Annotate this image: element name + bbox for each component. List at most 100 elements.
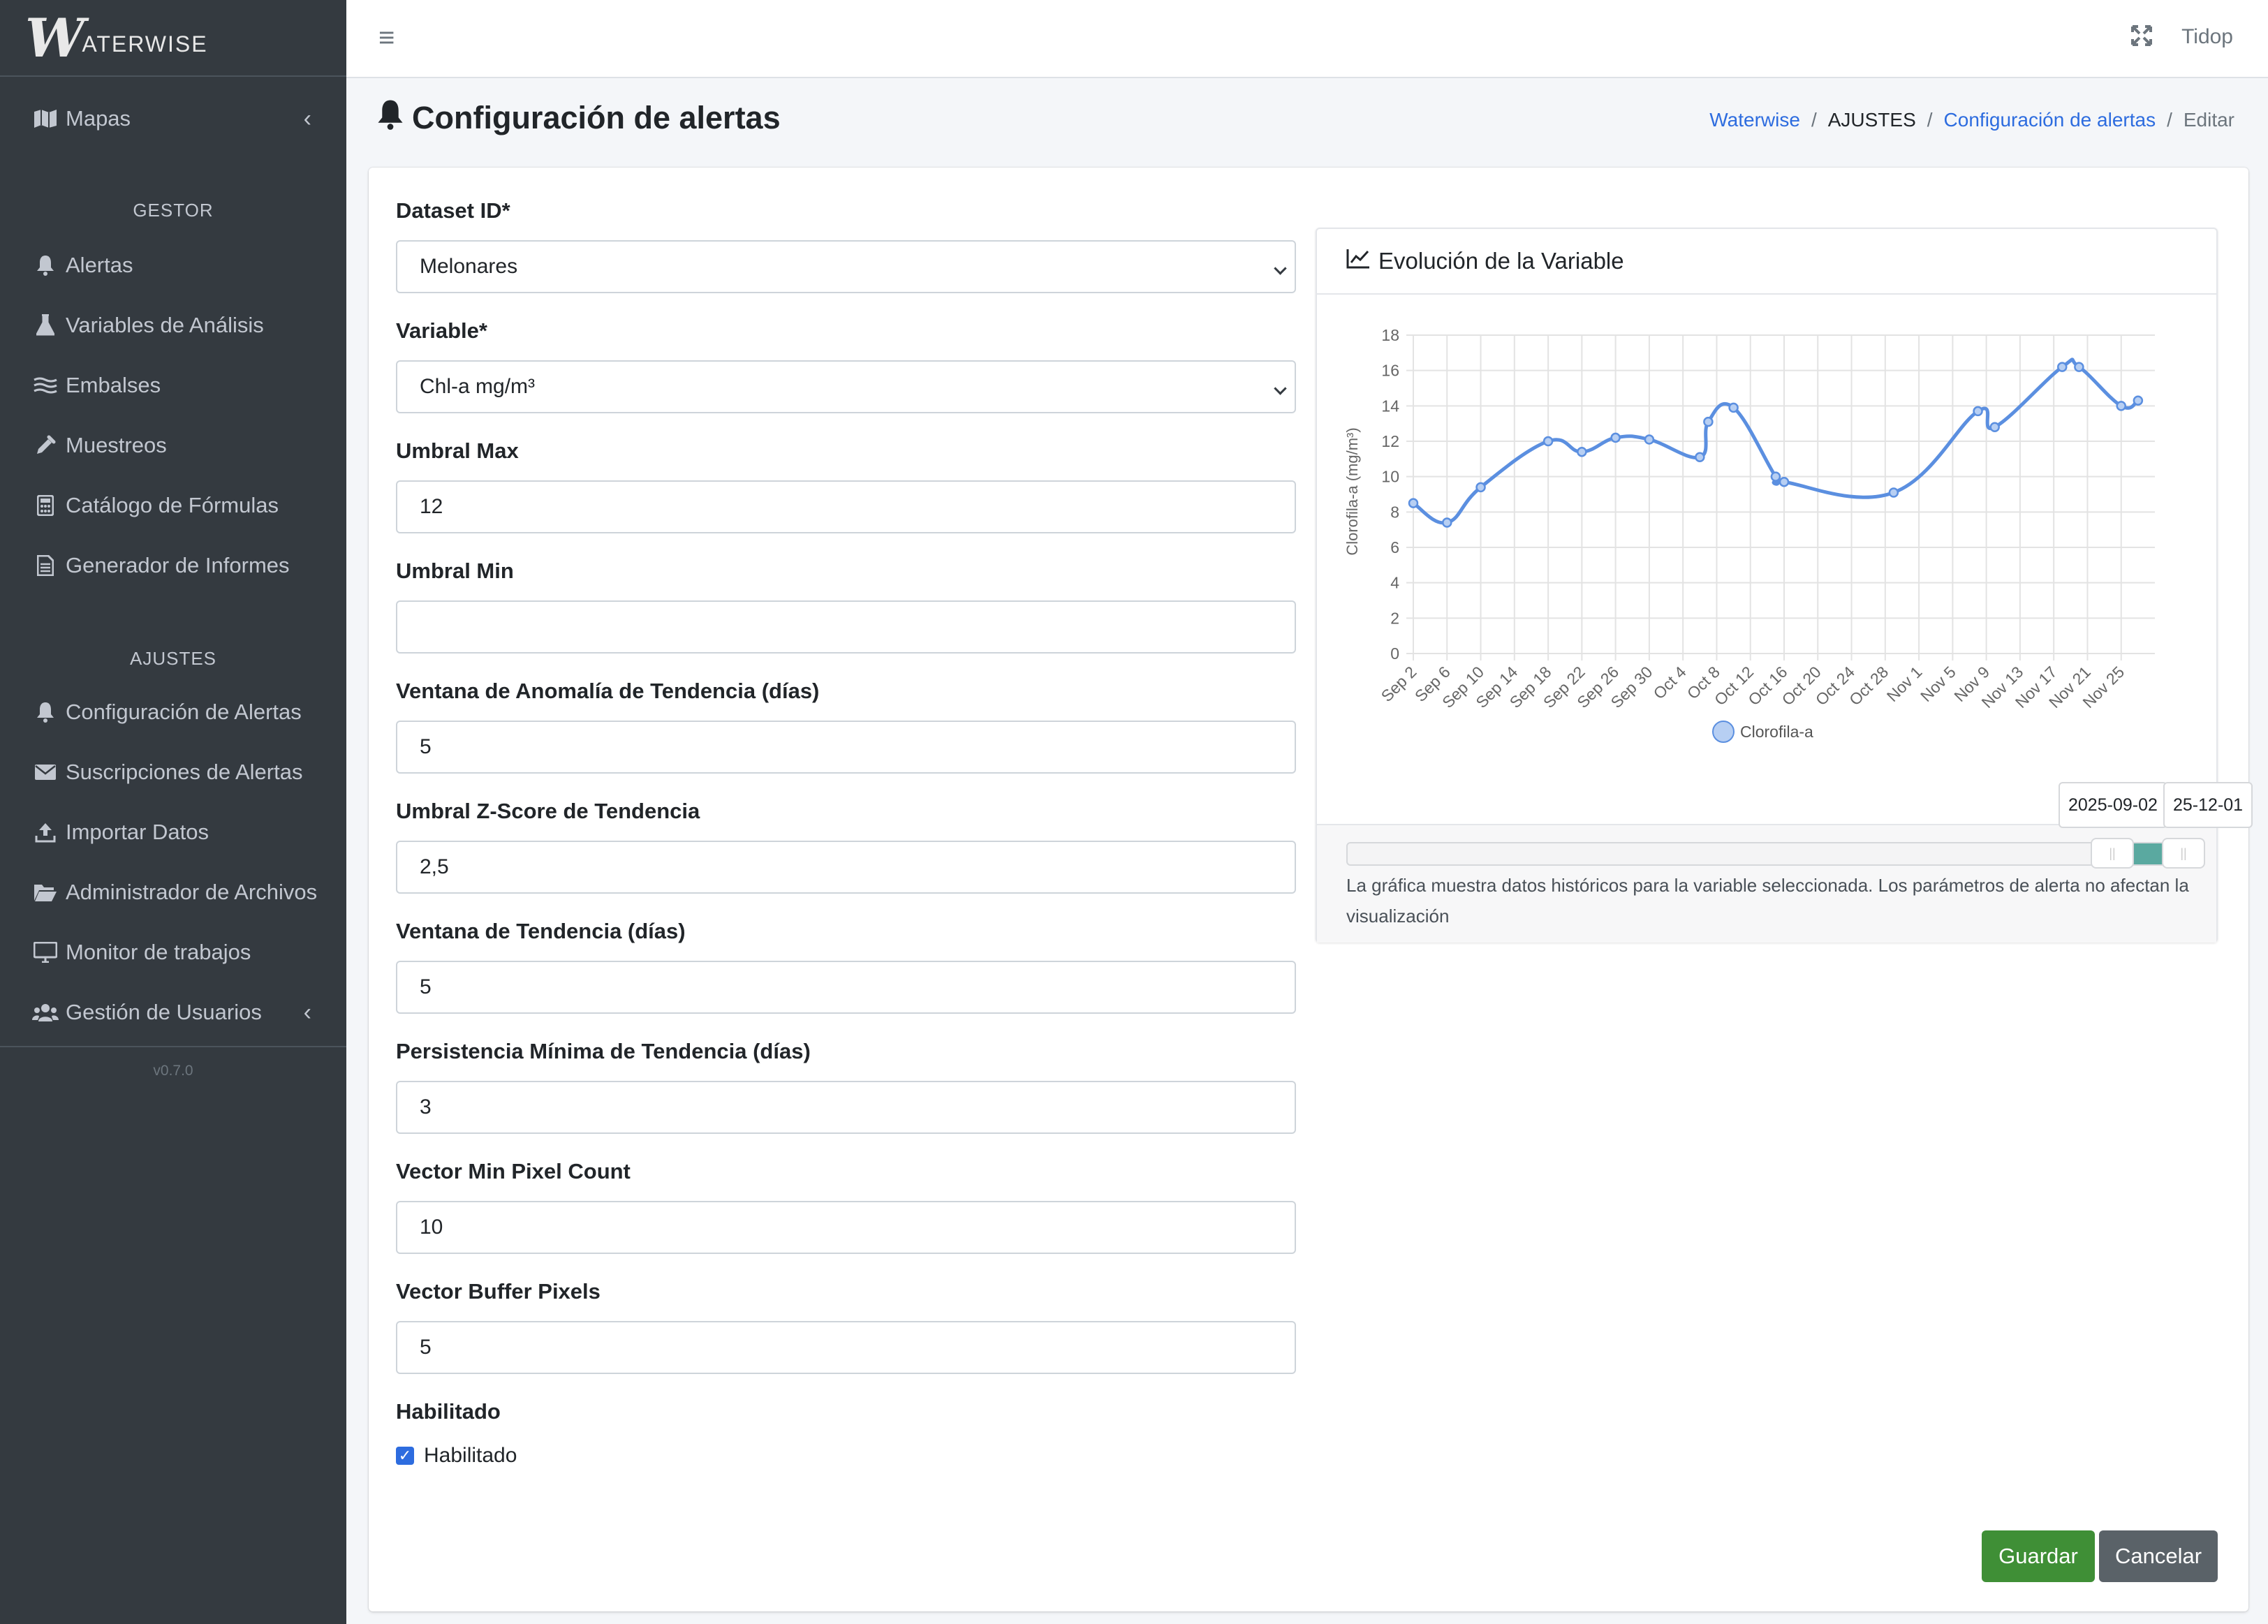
ventana-tendencia-value: 5 <box>420 975 432 998</box>
x-tick-label: Nov 1 <box>1883 663 1926 705</box>
vector-buffer-input[interactable]: 5 <box>396 1321 1296 1374</box>
sidebar-item-importar[interactable]: Importar Datos <box>0 804 346 860</box>
chart-note: La gráfica muestra datos históricos para… <box>1346 875 2189 927</box>
chart-point <box>1703 416 1714 427</box>
chart: 0 2 4 6 8 10 12 14 16 18 Sep 2Sep 6Sep 10Sep 14Se… <box>1343 326 2155 743</box>
date-range-slider[interactable] <box>1346 842 2195 866</box>
breadcrumb: Waterwise / AJUSTES / Configuración de a… <box>1709 109 2234 131</box>
sidebar-item-alertas[interactable]: Alertas <box>0 237 346 293</box>
nav-header-ajustes: AJUSTES <box>129 648 217 669</box>
chart-point <box>1888 487 1899 498</box>
y-tick-label: 12 <box>1381 432 1399 450</box>
map-icon <box>31 109 60 128</box>
envelope-icon <box>31 764 60 781</box>
hamburger-menu-icon[interactable]: ≡ <box>378 22 395 54</box>
legend-swatch <box>1712 721 1735 743</box>
legend-label: Clorofila-a <box>1740 723 1813 741</box>
sidebar-item-mapas[interactable]: Mapas ‹ <box>0 91 346 147</box>
dataset-select[interactable]: Melonares <box>396 240 1296 293</box>
user-menu[interactable]: Tidop <box>2181 25 2233 49</box>
chart-y-ticks: 0 2 4 6 8 10 12 14 16 18 <box>1381 326 1399 663</box>
bell-icon <box>31 702 60 723</box>
sidebar-item-formulas[interactable]: Catálogo de Fórmulas <box>0 478 346 533</box>
ventana-tendencia-input[interactable]: 5 <box>396 961 1296 1014</box>
chart-card-title: Evolución de la Variable <box>1378 248 1624 274</box>
ventana-anomalia-value: 5 <box>420 735 432 758</box>
sidebar-item-archivos[interactable]: Administrador de Archivos <box>0 864 346 920</box>
ventana-anomalia-label: Ventana de Anomalía de Tendencia (días) <box>396 679 820 703</box>
ventana-anomalia-input[interactable]: 5 <box>396 721 1296 774</box>
vector-buffer-label: Vector Buffer Pixels <box>396 1279 601 1304</box>
breadcrumb-separator: / <box>1927 109 1933 131</box>
y-tick-label: 2 <box>1390 609 1399 627</box>
vector-min-input[interactable]: 10 <box>396 1201 1296 1254</box>
umbral-max-input[interactable]: 12 <box>396 480 1296 533</box>
y-tick-label: 6 <box>1390 538 1399 556</box>
chart-point <box>1475 482 1486 493</box>
variable-select[interactable]: Chl-a mg/m³ <box>396 360 1296 413</box>
bell-icon <box>377 99 404 137</box>
chart-card: Evolución de la Variable 0 2 4 6 8 10 12 14 16 18… <box>1316 228 2218 943</box>
habilitado-checkbox[interactable]: ✓ <box>396 1447 414 1465</box>
save-button[interactable]: Guardar <box>1982 1530 2095 1582</box>
chart-point <box>1644 434 1655 445</box>
app-version: v0.7.0 <box>153 1063 193 1079</box>
variable-label: Variable* <box>396 318 487 343</box>
chart-point <box>1779 477 1790 487</box>
sidebar-item-informes[interactable]: Generador de Informes <box>0 538 346 593</box>
slider-handle-end[interactable]: || <box>2162 838 2205 869</box>
sidebar-item-suscripciones[interactable]: Suscripciones de Alertas <box>0 744 346 800</box>
umbral-min-input[interactable] <box>396 600 1296 654</box>
sidebar-item-label: Monitor de trabajos <box>66 940 251 964</box>
y-tick-label: 0 <box>1390 644 1399 663</box>
umbral-max-label: Umbral Max <box>396 438 519 463</box>
page-title-text: Configuración de alertas <box>412 100 781 135</box>
chart-y-axis-label: Clorofila-a (mg/m³) <box>1343 427 1361 555</box>
chart-legend[interactable]: Clorofila-a <box>1712 721 1813 743</box>
chart-point <box>2116 401 2126 411</box>
habilitado-checkbox-label[interactable]: Habilitado <box>424 1444 517 1468</box>
sidebar-item-muestreos[interactable]: Muestreos <box>0 418 346 473</box>
range-end-tooltip: 25-12-01 <box>2163 782 2253 828</box>
breadcrumb-ajustes: AJUSTES <box>1827 109 1916 131</box>
breadcrumb-home[interactable]: Waterwise <box>1709 109 1800 131</box>
sidebar-item-label: Variables de Análisis <box>66 313 264 337</box>
brand-logo[interactable]: W ATERWISE <box>0 0 346 77</box>
chart-point <box>1577 446 1587 457</box>
x-tick-label: Nov 5 <box>1917 663 1959 705</box>
chart-point <box>1542 436 1554 447</box>
zscore-label: Umbral Z-Score de Tendencia <box>396 799 700 823</box>
sidebar-item-label: Mapas <box>66 106 131 131</box>
sidebar-item-monitor[interactable]: Monitor de trabajos <box>0 924 346 980</box>
breadcrumb-config[interactable]: Configuración de alertas <box>1944 109 2156 131</box>
y-tick-label: 8 <box>1390 503 1399 521</box>
chart-point <box>2074 362 2084 372</box>
y-tick-label: 14 <box>1381 397 1399 415</box>
desktop-icon <box>31 942 60 963</box>
chart-point <box>2133 395 2144 406</box>
sidebar-item-usuarios[interactable]: Gestión de Usuarios ‹ <box>0 984 346 1040</box>
habilitado-label: Habilitado <box>396 1399 501 1424</box>
chevron-left-icon: ‹ <box>303 998 311 1026</box>
sidebar-divider <box>0 1046 346 1047</box>
sidebar-item-label: Administrador de Archivos <box>66 880 318 904</box>
persistencia-input[interactable]: 3 <box>396 1081 1296 1134</box>
dataset-label: Dataset ID* <box>396 198 510 223</box>
zscore-input[interactable]: 2,5 <box>396 841 1296 894</box>
sidebar-item-embalses[interactable]: Embalses <box>0 357 346 413</box>
ventana-tendencia-label: Ventana de Tendencia (días) <box>396 919 686 943</box>
chart-points <box>1408 362 2144 528</box>
fullscreen-icon[interactable] <box>2131 25 2152 46</box>
upload-icon <box>31 822 60 843</box>
sidebar-item-config-alertas[interactable]: Configuración de Alertas <box>0 684 346 740</box>
sidebar-item-label: Muestreos <box>66 433 167 457</box>
x-tick-label: Oct 4 <box>1649 663 1689 702</box>
x-tick-label: Oct 28 <box>1846 663 1892 709</box>
sidebar-item-variables[interactable]: Variables de Análisis <box>0 297 346 353</box>
slider-handle-start[interactable]: || <box>2091 838 2134 869</box>
vector-min-label: Vector Min Pixel Count <box>396 1159 631 1183</box>
chart-point <box>1728 402 1739 413</box>
chevron-left-icon: ‹ <box>303 105 311 132</box>
cancel-button[interactable]: Cancelar <box>2099 1530 2218 1582</box>
line-chart-icon <box>1346 248 1370 274</box>
